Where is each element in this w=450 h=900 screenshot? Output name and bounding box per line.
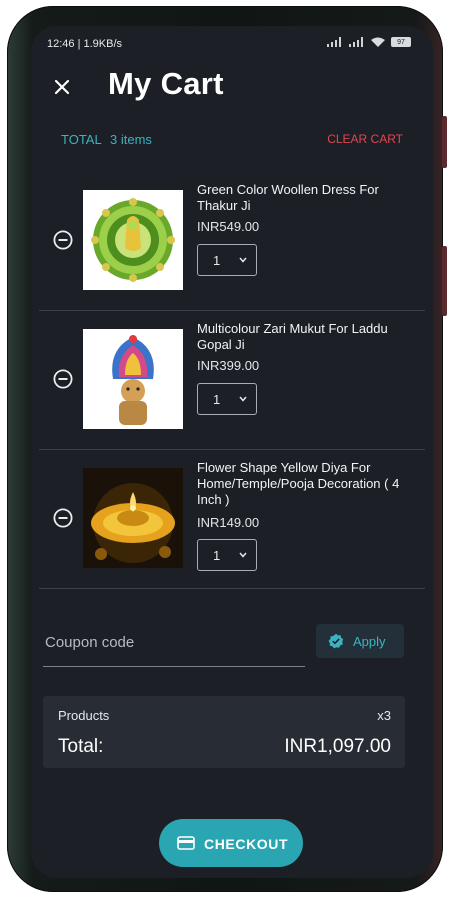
power-button [442, 246, 447, 316]
signal-icon [349, 37, 365, 47]
status-time: 12:46 | 1.9KB/s [47, 38, 123, 50]
total-label: Total: [58, 736, 104, 757]
mukut-image-icon [83, 329, 183, 429]
item-count: 3 items [110, 132, 152, 147]
apply-coupon-button[interactable]: Apply [316, 624, 404, 658]
quantity-value: 1 [213, 548, 221, 563]
cart-item: Multicolour Zari Mukut For Laddu Gopal J… [39, 311, 425, 450]
product-title[interactable]: Flower Shape Yellow Diya For Home/Temple… [197, 460, 415, 508]
status-icons: 97 [327, 37, 411, 47]
product-price: INR549.00 [197, 219, 260, 234]
quantity-select[interactable]: 1 [197, 244, 257, 276]
products-label: Products [58, 708, 110, 723]
quantity-value: 1 [213, 392, 221, 407]
coupon-input[interactable] [45, 630, 295, 654]
wifi-icon [371, 37, 385, 47]
chevron-down-icon [239, 552, 247, 558]
apply-label: Apply [353, 634, 386, 649]
totals-card: Products x3 Total: INR1,097.00 [43, 696, 405, 768]
product-title[interactable]: Multicolour Zari Mukut For Laddu Gopal J… [197, 321, 415, 353]
remove-item-icon[interactable] [53, 508, 73, 528]
checkout-label: CHECKOUT [204, 836, 289, 852]
products-count: x3 [377, 708, 391, 723]
product-price: INR149.00 [197, 515, 260, 530]
phone-frame: 12:46 | 1.9KB/s 97 My Cart TOTAL 3 items… [7, 6, 447, 892]
clear-cart-button[interactable]: CLEAR CART [327, 132, 403, 146]
app-screen: 12:46 | 1.9KB/s 97 My Cart TOTAL 3 items… [31, 26, 433, 878]
cart-summary: TOTAL 3 items CLEAR CART [31, 130, 433, 150]
battery-icon: 97 [391, 37, 411, 47]
chevron-down-icon [239, 396, 247, 402]
product-image[interactable] [83, 468, 183, 568]
remove-item-icon[interactable] [53, 369, 73, 389]
cart-item: Flower Shape Yellow Diya For Home/Temple… [39, 450, 425, 589]
app-bar: My Cart [31, 62, 433, 114]
signal-icon [327, 37, 343, 47]
product-image[interactable] [83, 329, 183, 429]
cart-item: Green Color Woollen Dress For Thakur Ji … [39, 172, 425, 311]
dress-image-icon [83, 190, 183, 290]
verified-check-icon [328, 633, 344, 649]
quantity-value: 1 [213, 253, 221, 268]
total-label: TOTAL [61, 132, 102, 147]
diya-image-icon [83, 468, 183, 568]
product-title[interactable]: Green Color Woollen Dress For Thakur Ji [197, 182, 415, 214]
quantity-select[interactable]: 1 [197, 383, 257, 415]
status-bar: 12:46 | 1.9KB/s 97 [31, 26, 433, 60]
coupon-field[interactable] [43, 622, 305, 667]
checkout-button[interactable]: CHECKOUT [159, 819, 303, 867]
cart-list: Green Color Woollen Dress For Thakur Ji … [39, 172, 425, 589]
volume-button [442, 116, 447, 168]
page-title: My Cart [108, 66, 224, 101]
chevron-down-icon [239, 257, 247, 263]
product-price: INR399.00 [197, 358, 260, 373]
total-amount: INR1,097.00 [284, 736, 391, 757]
close-icon[interactable] [49, 74, 75, 100]
quantity-select[interactable]: 1 [197, 539, 257, 571]
credit-card-icon [177, 836, 195, 850]
product-image[interactable] [83, 190, 183, 290]
remove-item-icon[interactable] [53, 230, 73, 250]
